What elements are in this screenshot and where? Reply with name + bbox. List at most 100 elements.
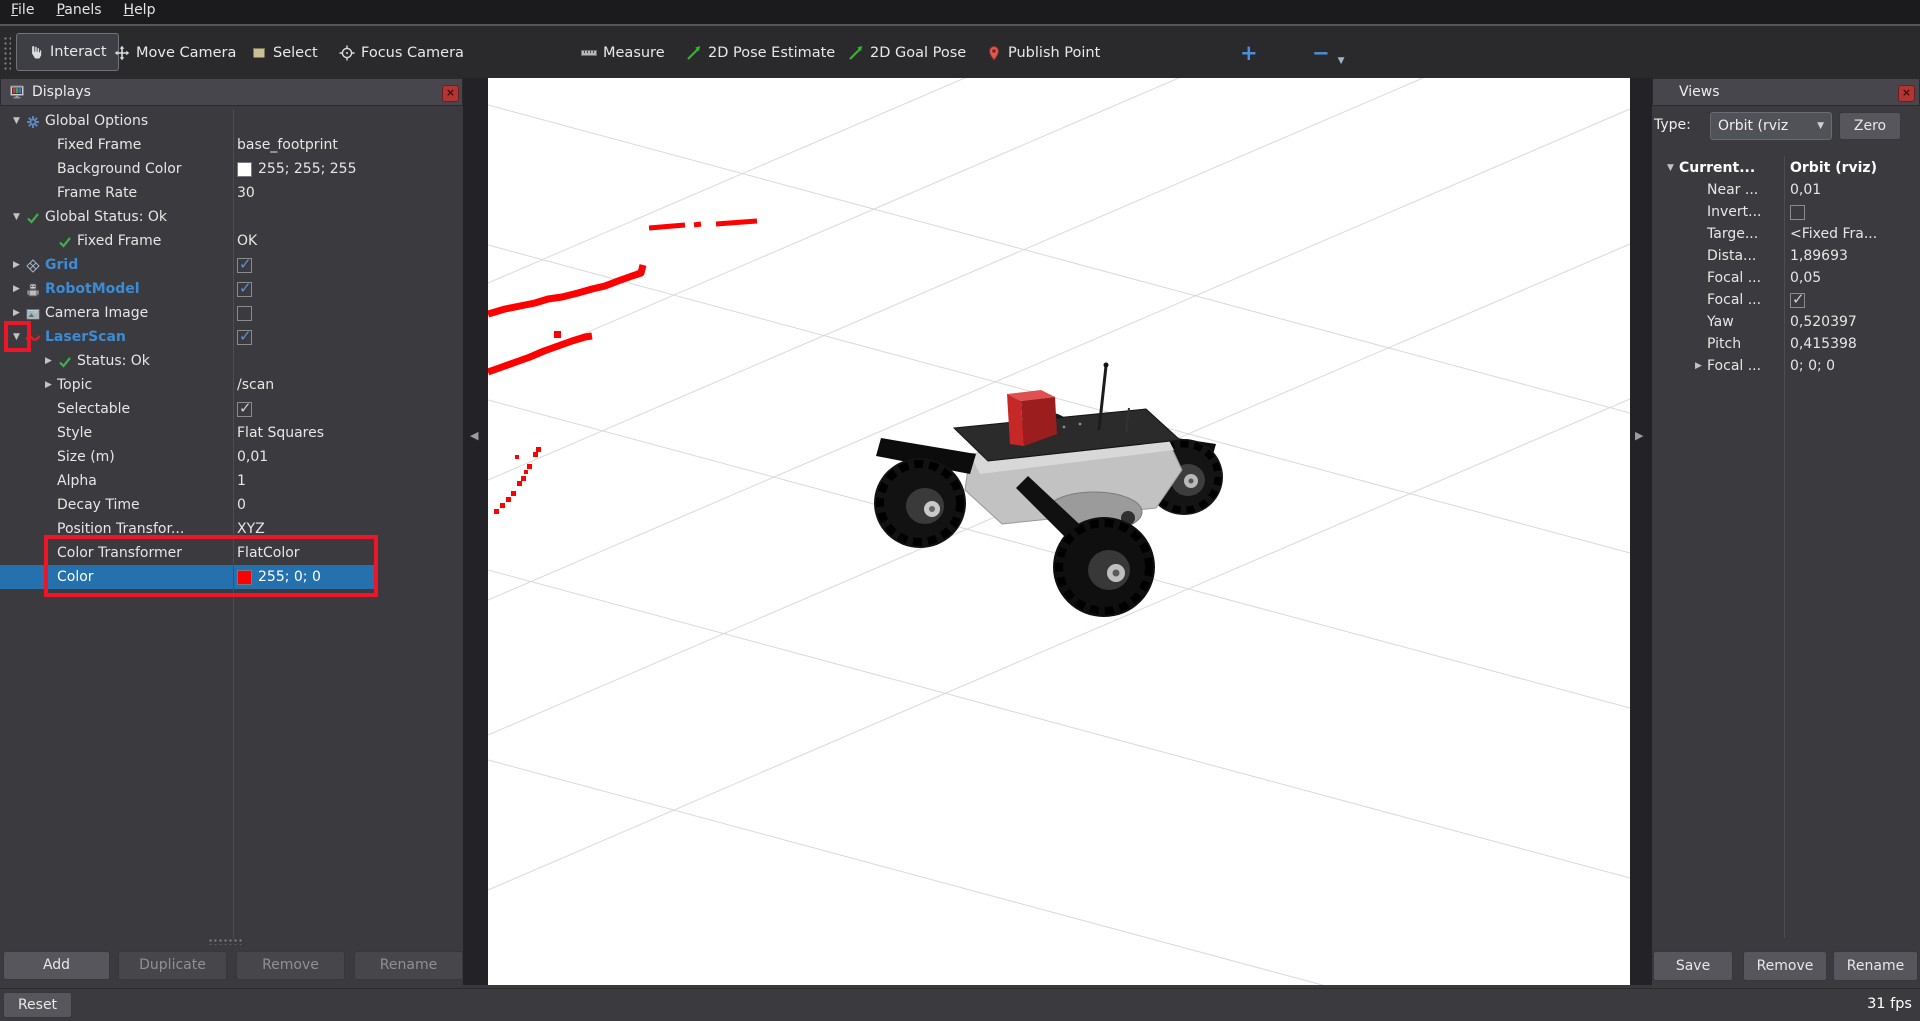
collapse-left-icon[interactable]: ◀ (470, 429, 478, 442)
right-splitter[interactable]: ▶ (1630, 78, 1652, 985)
row-color-transformer[interactable]: Color TransformerFlatColor (0, 541, 378, 565)
tool-publish-point[interactable]: Publish Point (986, 38, 1100, 68)
reset-button[interactable]: Reset (3, 992, 72, 1018)
tool-2d-pose-estimate[interactable]: 2D Pose Estimate (686, 38, 835, 68)
value-text: 1 (237, 473, 246, 489)
views-type-label: Type: (1654, 117, 1691, 133)
menu-item-panels[interactable]: Panels (45, 0, 112, 20)
row-focal[interactable]: Focal ...✓ (1652, 289, 1920, 311)
color-swatch[interactable] (237, 162, 252, 177)
value-text: Orbit (rviz) (1790, 160, 1877, 176)
value-text: 0,01 (1790, 182, 1821, 198)
toolbar: InteractMove Camera Select Focus Camera Mea… (0, 24, 1920, 78)
expand-arrow-icon[interactable]: ▼ (1662, 163, 1679, 173)
check-icon (57, 234, 74, 250)
checkbox[interactable] (1790, 205, 1805, 220)
views-type-dropdown[interactable]: Orbit (rviz ▼ (1710, 112, 1832, 140)
property-name: Fixed Frame (77, 233, 161, 249)
row-invert[interactable]: Invert... (1652, 201, 1920, 223)
views-close-icon[interactable]: × (1898, 85, 1915, 102)
property-value: 0,01 (237, 449, 268, 465)
row-targe[interactable]: Targe...<Fixed Fra... (1652, 223, 1920, 245)
tool-measure[interactable]: Measure (581, 38, 665, 68)
tool-label: Publish Point (1008, 45, 1100, 61)
row-decay-time[interactable]: Decay Time0 (0, 493, 378, 517)
save-view-button[interactable]: Save (1653, 951, 1733, 981)
collapse-arrow-icon[interactable]: ▶ (40, 356, 57, 366)
row-fixed-frame[interactable]: Fixed FrameOK (0, 229, 378, 253)
row-global-options[interactable]: ▼Global Options (0, 109, 378, 133)
row-topic[interactable]: ▶Topic/scan (0, 373, 378, 397)
row-status-ok[interactable]: ▶Status: Ok (0, 349, 378, 373)
row-grid[interactable]: ▶Grid✓ (0, 253, 378, 277)
row-size-m[interactable]: Size (m)0,01 (0, 445, 378, 469)
row-global-status-ok[interactable]: ▼Global Status: Ok (0, 205, 378, 229)
row-focal[interactable]: Focal ...0,05 (1652, 267, 1920, 289)
property-name: Current... (1679, 160, 1755, 176)
displays-splitter-handle[interactable] (208, 938, 242, 945)
left-splitter[interactable]: ◀ (463, 78, 488, 985)
checkbox[interactable]: ✓ (237, 402, 252, 417)
collapse-arrow-icon[interactable]: ▶ (1690, 361, 1707, 371)
row-position-transfor[interactable]: Position Transfor...XYZ (0, 517, 378, 541)
property-value: 0,415398 (1790, 336, 1857, 352)
displays-column-divider[interactable] (233, 109, 234, 939)
checkbox[interactable]: ✓ (1790, 293, 1805, 308)
property-value: /scan (237, 377, 274, 393)
row-selectable[interactable]: Selectable✓ (0, 397, 378, 421)
checkbox[interactable] (237, 306, 252, 321)
row-fixed-frame[interactable]: Fixed Framebase_footprint (0, 133, 378, 157)
toolbar-drag-handle[interactable] (3, 36, 11, 70)
row-yaw[interactable]: Yaw0,520397 (1652, 311, 1920, 333)
tool-2d-goal-pose[interactable]: 2D Goal Pose (848, 38, 966, 68)
row-alpha[interactable]: Alpha1 (0, 469, 378, 493)
3d-viewport[interactable] (488, 78, 1630, 985)
remove-view-button[interactable]: Remove (1743, 951, 1827, 981)
zero-button[interactable]: Zero (1839, 112, 1901, 140)
add-button[interactable]: Add (3, 951, 110, 980)
tool-focus-camera[interactable]: Focus Camera (339, 38, 464, 68)
tool-label: Focus Camera (361, 45, 464, 61)
views-column-divider[interactable] (1784, 156, 1785, 938)
collapse-arrow-icon[interactable]: ▶ (8, 260, 25, 270)
row-near[interactable]: Near ...0,01 (1652, 179, 1920, 201)
displays-close-icon[interactable]: × (442, 85, 459, 102)
property-name: LaserScan (45, 329, 126, 345)
check-icon: ✓ (239, 279, 252, 297)
checkbox[interactable]: ✓ (237, 330, 252, 345)
row-style[interactable]: StyleFlat Squares (0, 421, 378, 445)
expand-arrow-icon[interactable]: ▼ (8, 332, 25, 342)
expand-arrow-icon[interactable]: ▼ (8, 116, 25, 126)
row-laserscan[interactable]: ▼ LaserScan ✓ (0, 325, 378, 349)
menu-item-file[interactable]: File (0, 0, 45, 20)
row-camera-image[interactable]: ▶ Camera Image (0, 301, 378, 325)
row-robotmodel[interactable]: ▶RobotModel✓ (0, 277, 378, 301)
menu-item-help[interactable]: Help (113, 0, 167, 20)
tool-[interactable]: −▼ (1312, 38, 1345, 68)
tool-move-camera[interactable]: Move Camera (114, 38, 236, 68)
rename-view-button[interactable]: Rename (1833, 951, 1918, 981)
row-color[interactable]: Color255; 0; 0 (0, 565, 378, 589)
property-name: Frame Rate (57, 185, 137, 201)
row-dista[interactable]: Dista...1,89693 (1652, 245, 1920, 267)
collapse-arrow-icon[interactable]: ▶ (8, 284, 25, 294)
row-background-color[interactable]: Background Color255; 255; 255 (0, 157, 378, 181)
row-focal[interactable]: ▶Focal ...0; 0; 0 (1652, 355, 1920, 377)
expand-arrow-icon[interactable]: ▼ (8, 212, 25, 222)
value-text: FlatColor (237, 545, 300, 561)
tool-interact[interactable]: Interact (16, 33, 119, 71)
color-swatch[interactable] (237, 570, 252, 585)
checkbox[interactable]: ✓ (237, 282, 252, 297)
tool-[interactable]: + (1240, 38, 1258, 68)
tool-select[interactable]: Select (251, 38, 318, 68)
row-pitch[interactable]: Pitch0,415398 (1652, 333, 1920, 355)
collapse-right-icon[interactable]: ▶ (1635, 429, 1643, 442)
property-name: Camera Image (45, 305, 148, 321)
collapse-arrow-icon[interactable]: ▶ (8, 308, 25, 318)
value-text: 30 (237, 185, 255, 201)
row-current[interactable]: ▼Current... Orbit (rviz) (1652, 157, 1920, 179)
collapse-arrow-icon[interactable]: ▶ (40, 380, 57, 390)
checkbox[interactable]: ✓ (237, 258, 252, 273)
value-text: 0,415398 (1790, 336, 1857, 352)
row-frame-rate[interactable]: Frame Rate 30 (0, 181, 378, 205)
